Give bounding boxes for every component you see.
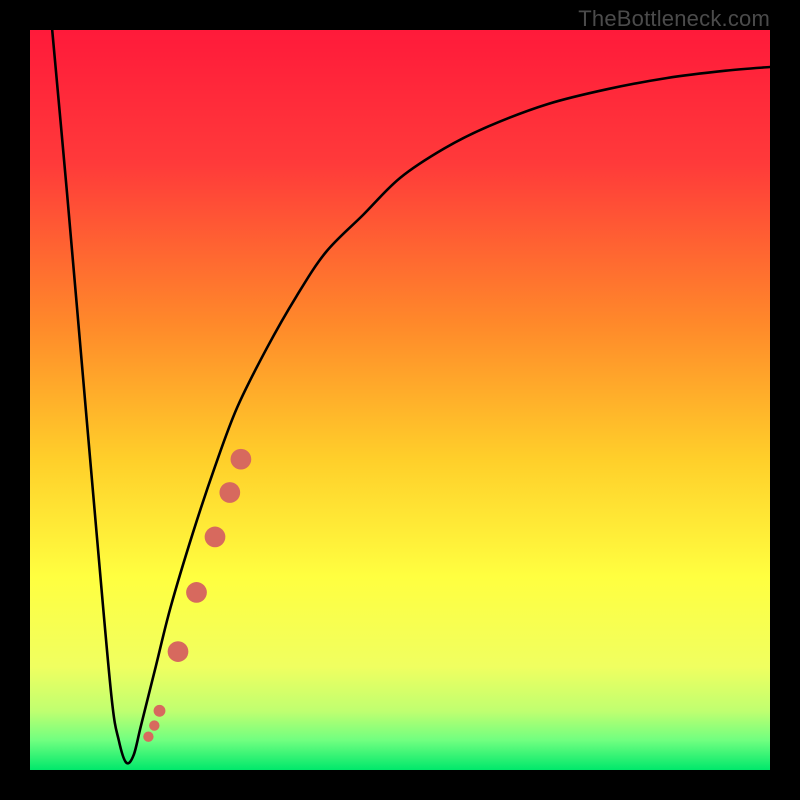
highlight-dot: [186, 582, 207, 603]
plot-area: [30, 30, 770, 770]
bottleneck-curve: [30, 30, 770, 770]
highlight-dot: [168, 641, 189, 662]
watermark-text: TheBottleneck.com: [578, 6, 770, 32]
highlight-dot: [205, 527, 226, 548]
highlight-dot: [154, 705, 166, 717]
chart-frame: TheBottleneck.com: [0, 0, 800, 800]
highlight-dot: [149, 720, 159, 730]
highlight-dot: [219, 482, 240, 503]
highlight-dot: [143, 732, 153, 742]
highlight-dot: [231, 449, 252, 470]
